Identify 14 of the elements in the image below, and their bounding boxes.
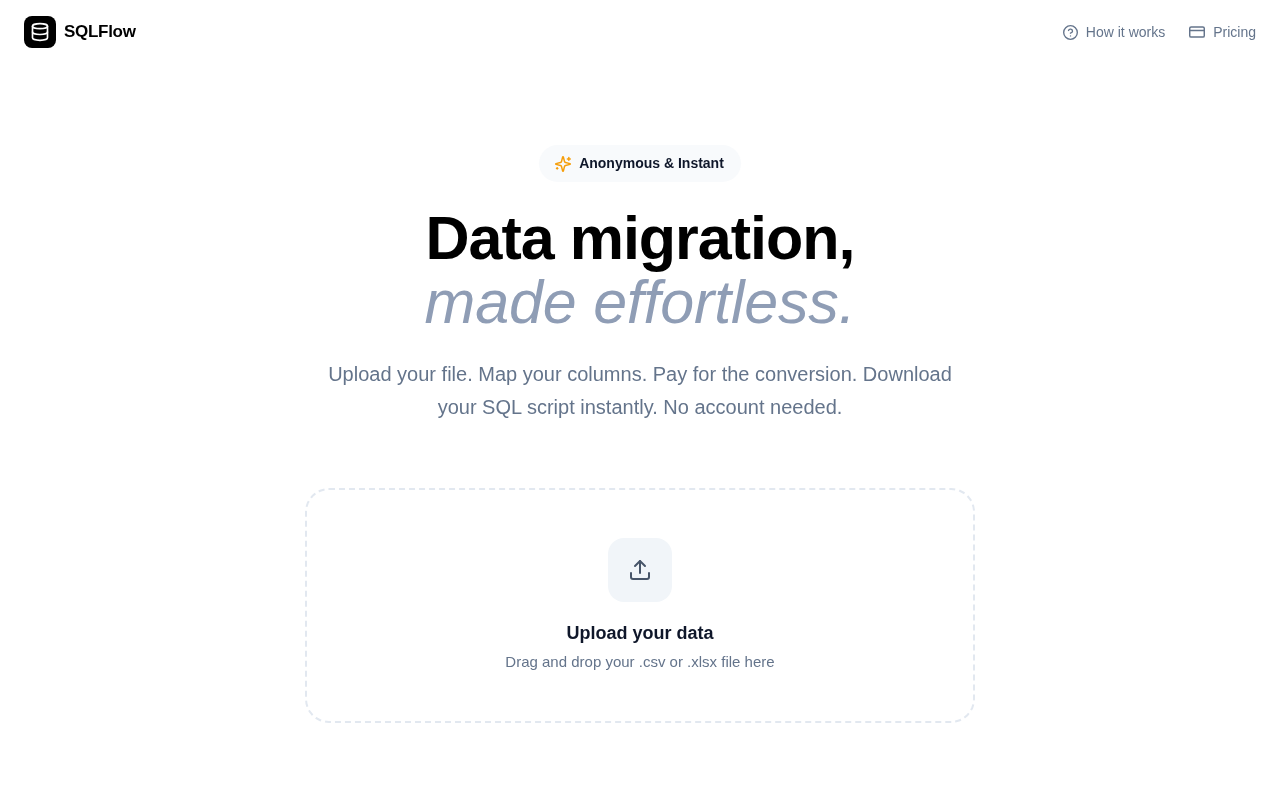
upload-icon [608, 537, 672, 602]
upload-dropzone[interactable]: Upload your data Drag and drop your .csv or .xlsx file here [305, 488, 975, 723]
pricing-link[interactable]: Pricing [1189, 21, 1256, 43]
upload-hint: Drag and drop your .csv or .xlsx file here [505, 651, 775, 672]
badge-text: Anonymous & Instant [579, 154, 724, 173]
sparkles-icon [555, 155, 572, 172]
brand-name: SQLFlow [64, 21, 136, 44]
hero-description: Upload your file. Map your columns. Pay for the conversion. Download your SQL script instantly. No account needed. [327, 362, 953, 420]
help-icon [1062, 24, 1078, 40]
upload-title: Upload your data [566, 621, 714, 645]
database-logo-icon [24, 16, 56, 48]
headline: Data migration, [424, 206, 856, 270]
how-it-works-link[interactable]: How it works [1062, 21, 1166, 43]
credit-card-icon [1189, 26, 1206, 38]
